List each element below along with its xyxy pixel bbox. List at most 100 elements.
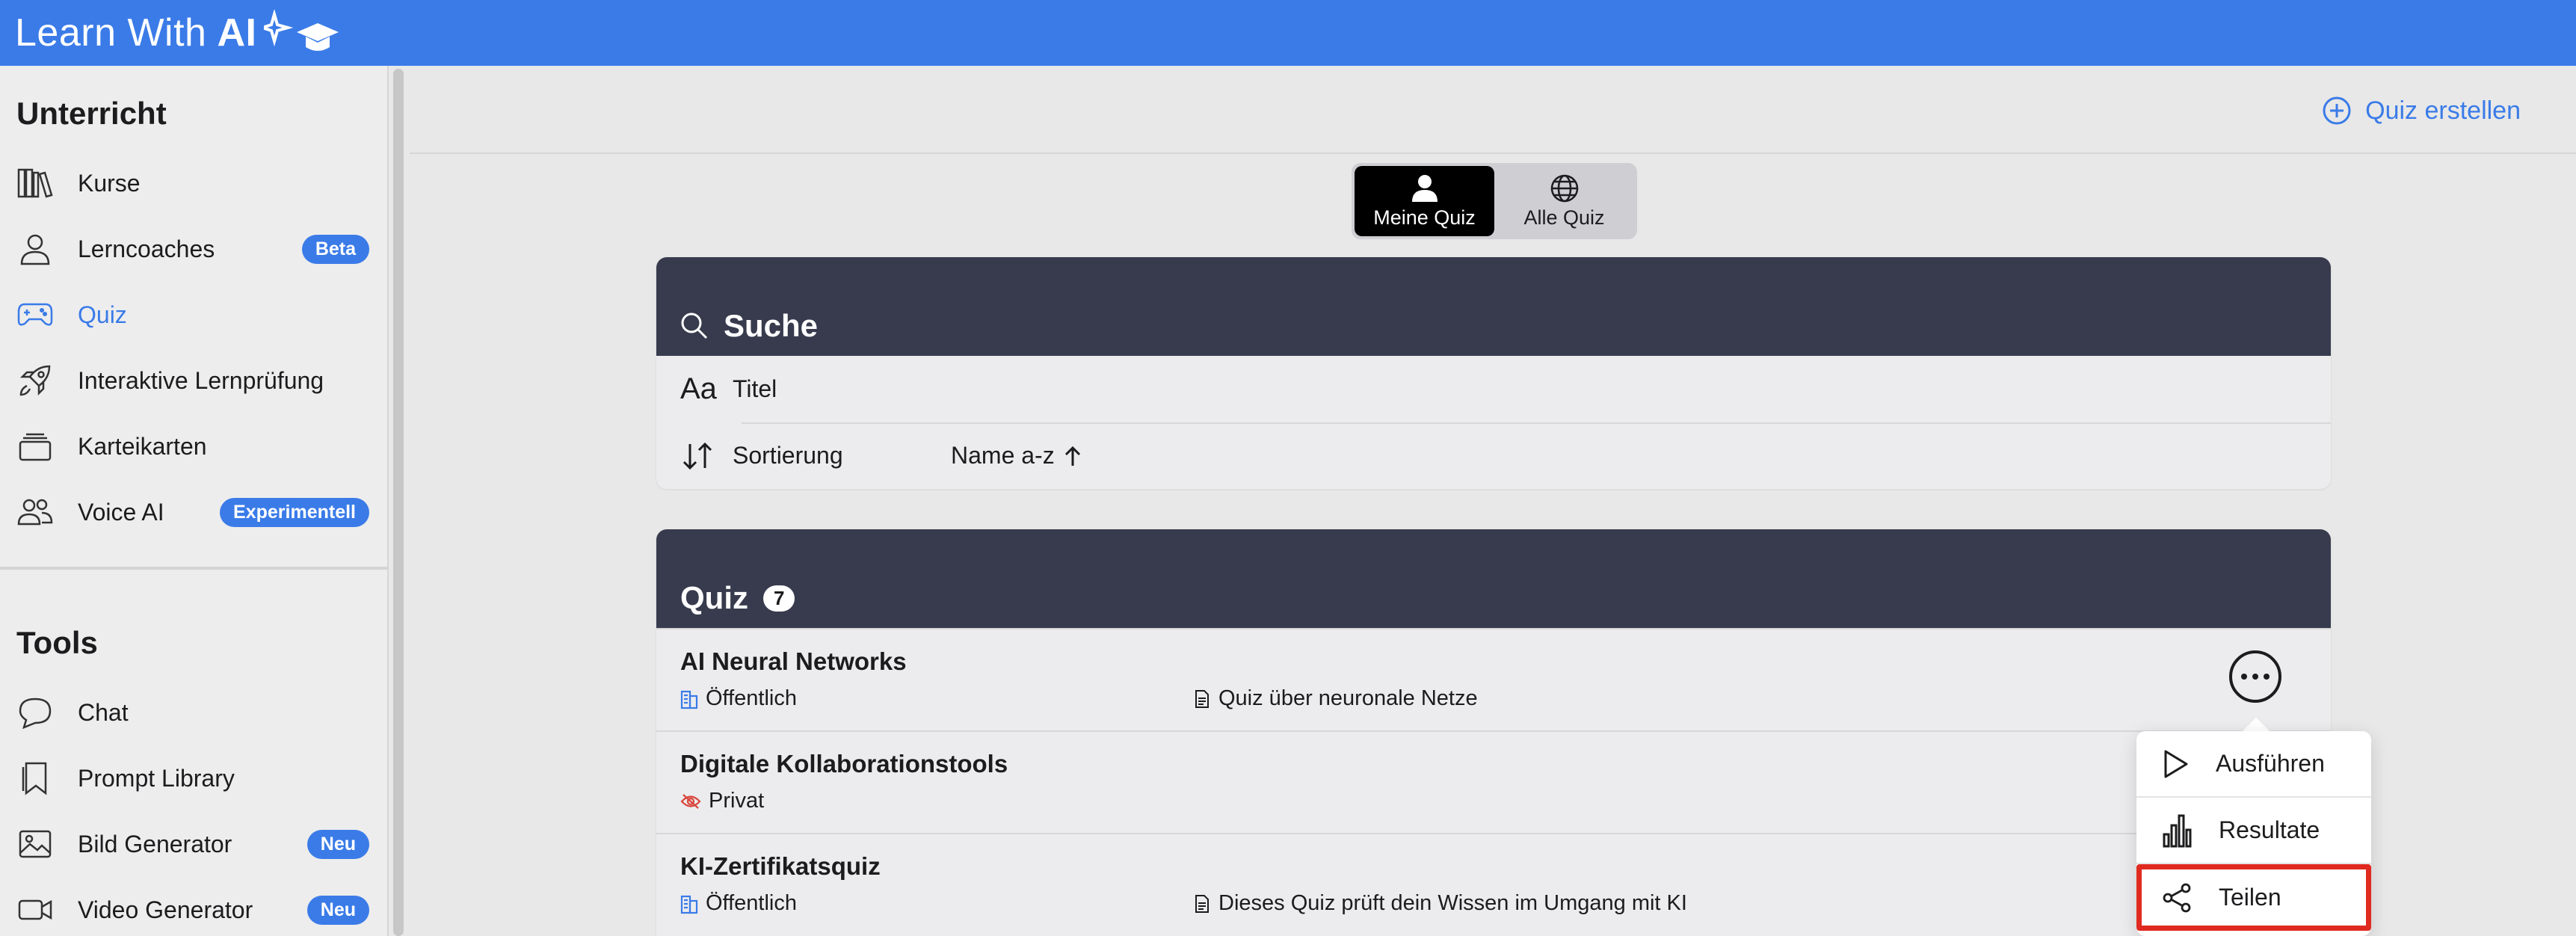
neu-badge: Neu bbox=[306, 829, 369, 859]
menu-item-teilen[interactable]: Teilen bbox=[2136, 864, 2371, 931]
sidebar-item-voice-ai[interactable]: Voice AI Experimentell bbox=[16, 486, 369, 538]
menu-item-label: Resultate bbox=[2219, 816, 2320, 843]
quiz-row[interactable]: Digitale Kollaborationstools Privat bbox=[656, 730, 2331, 833]
sidebar-item-label: Prompt Library bbox=[78, 764, 235, 792]
sidebar-scrollbar[interactable] bbox=[393, 69, 404, 936]
sort-label: Sortierung bbox=[733, 442, 843, 469]
books-icon bbox=[16, 164, 54, 202]
sidebar-item-bild-generator[interactable]: Bild Generator Neu bbox=[16, 818, 369, 870]
quiz-visibility: Öffentlich bbox=[680, 891, 797, 916]
sidebar-item-video-generator[interactable]: Video Generator Neu bbox=[16, 884, 369, 936]
sidebar-item-label: Interaktive Lernprüfung bbox=[78, 366, 324, 394]
sidebar-item-label: Quiz bbox=[78, 301, 127, 328]
segment-alle-quiz[interactable]: Alle Quiz bbox=[1494, 166, 1634, 236]
brand-text-bold: AI bbox=[217, 11, 257, 55]
segment-label: Alle Quiz bbox=[1523, 206, 1605, 229]
title-filter-label: Titel bbox=[733, 375, 777, 402]
menu-item-label: Ausführen bbox=[2216, 750, 2325, 777]
sort-value-text: Name a-z bbox=[951, 442, 1055, 469]
cards-icon bbox=[16, 428, 54, 465]
sidebar-item-karteikarten[interactable]: Karteikarten bbox=[16, 420, 369, 472]
segment-label: Meine Quiz bbox=[1373, 206, 1476, 229]
quiz-description: Dieses Quiz prüft dein Wissen im Umgang … bbox=[1195, 891, 1687, 916]
video-icon bbox=[16, 891, 54, 929]
sidebar-divider bbox=[0, 567, 389, 570]
neu-badge: Neu bbox=[306, 895, 369, 925]
sidebar-section-tools: Tools bbox=[16, 625, 98, 660]
quiz-name: KI-Zertifikatsquiz bbox=[680, 852, 881, 880]
building-icon bbox=[680, 895, 698, 914]
sort-arrows-icon bbox=[680, 441, 733, 471]
sidebar-item-kurse[interactable]: Kurse bbox=[16, 157, 369, 209]
menu-item-ausfuehren[interactable]: Ausführen bbox=[2136, 731, 2371, 798]
people-icon bbox=[16, 493, 54, 531]
search-icon bbox=[681, 312, 708, 339]
quiz-name: Digitale Kollaborationstools bbox=[680, 750, 1008, 778]
quiz-count-badge: 7 bbox=[763, 585, 795, 612]
image-icon bbox=[16, 825, 54, 863]
sidebar-item-label: Kurse bbox=[78, 169, 141, 197]
building-icon bbox=[680, 690, 698, 709]
quiz-scope-segmented-control: Meine Quiz Alle Quiz bbox=[1352, 163, 1637, 239]
quiz-list-header: Quiz 7 bbox=[656, 529, 2331, 628]
description-text: Quiz über neuronale Netze bbox=[1218, 686, 1478, 710]
quiz-visibility: Öffentlich bbox=[680, 686, 797, 711]
sidebar-item-label: Voice AI bbox=[78, 498, 164, 526]
sidebar-item-chat[interactable]: Chat bbox=[16, 686, 369, 739]
search-card-title: Suche bbox=[724, 308, 819, 343]
search-card: Suche Aa Titel Sortierung Name a-z bbox=[656, 257, 2331, 489]
sort-row[interactable]: Sortierung Name a-z bbox=[656, 422, 2331, 489]
sidebar-item-label: Bild Generator bbox=[78, 830, 232, 858]
description-text: Dieses Quiz prüft dein Wissen im Umgang … bbox=[1218, 891, 1687, 915]
experimentell-badge: Experimentell bbox=[220, 497, 369, 527]
document-icon bbox=[1195, 689, 1209, 708]
brand-text: Learn With bbox=[15, 11, 207, 55]
gamepad-icon bbox=[16, 296, 54, 333]
menu-item-resultate[interactable]: Resultate bbox=[2136, 798, 2371, 864]
search-card-header: Suche bbox=[656, 257, 2331, 356]
quiz-row[interactable]: KI-Zertifikatsquiz Öffentlich Dieses Qui… bbox=[656, 833, 2331, 935]
more-options-button[interactable] bbox=[2229, 650, 2281, 703]
plus-circle-icon bbox=[2323, 96, 2351, 125]
visibility-text: Öffentlich bbox=[706, 891, 797, 915]
menu-item-label: Teilen bbox=[2219, 884, 2281, 911]
bar-chart-icon bbox=[2163, 814, 2192, 847]
sidebar-item-label: Chat bbox=[78, 698, 129, 726]
sidebar-item-interaktive-lernpruefung[interactable]: Interaktive Lernprüfung bbox=[16, 354, 369, 407]
sidebar-item-prompt-library[interactable]: Prompt Library bbox=[16, 752, 369, 804]
eye-slash-icon bbox=[680, 793, 701, 809]
quiz-name: AI Neural Networks bbox=[680, 647, 907, 675]
quiz-context-menu: Ausführen Resultate Teilen bbox=[2136, 731, 2371, 936]
share-icon bbox=[2163, 883, 2191, 912]
play-icon bbox=[2164, 750, 2188, 778]
main-header: Quiz erstellen bbox=[410, 66, 2576, 154]
beta-badge: Beta bbox=[301, 234, 369, 264]
sidebar-item-label: Lerncoaches bbox=[78, 235, 215, 262]
sort-value[interactable]: Name a-z bbox=[951, 442, 1082, 469]
person-icon bbox=[16, 230, 54, 268]
create-quiz-button[interactable]: Quiz erstellen bbox=[2322, 96, 2521, 126]
text-format-icon: Aa bbox=[680, 372, 717, 405]
sidebar-item-label: Video Generator bbox=[78, 896, 253, 923]
person-fill-icon bbox=[1411, 174, 1438, 202]
bookmark-icon bbox=[16, 760, 54, 797]
sidebar-section-unterricht: Unterricht bbox=[16, 96, 167, 131]
sidebar-item-quiz[interactable]: Quiz bbox=[16, 289, 369, 341]
arrow-up-icon bbox=[1064, 446, 1080, 466]
quiz-list-title: Quiz bbox=[680, 580, 748, 615]
chat-bubble-icon bbox=[16, 694, 54, 731]
sparkle-graduation-cap-icon bbox=[264, 10, 339, 51]
quiz-row[interactable]: AI Neural Networks Öffentlich Quiz über … bbox=[656, 628, 2331, 730]
context-menu-arrow bbox=[2243, 718, 2270, 731]
visibility-text: Privat bbox=[709, 789, 765, 813]
segment-meine-quiz[interactable]: Meine Quiz bbox=[1355, 166, 1494, 236]
sidebar-item-lerncoaches[interactable]: Lerncoaches Beta bbox=[16, 223, 369, 275]
top-app-bar: Learn With AI bbox=[0, 0, 2576, 66]
title-filter-row[interactable]: Aa Titel bbox=[656, 356, 2331, 422]
rocket-icon bbox=[16, 362, 54, 399]
quiz-list-card: Quiz 7 AI Neural Networks Öffentlich Qui… bbox=[656, 529, 2331, 936]
brand-logo[interactable]: Learn With AI bbox=[15, 10, 342, 56]
document-icon bbox=[1195, 894, 1209, 913]
sidebar-item-label: Karteikarten bbox=[78, 432, 207, 460]
globe-icon bbox=[1550, 174, 1578, 202]
